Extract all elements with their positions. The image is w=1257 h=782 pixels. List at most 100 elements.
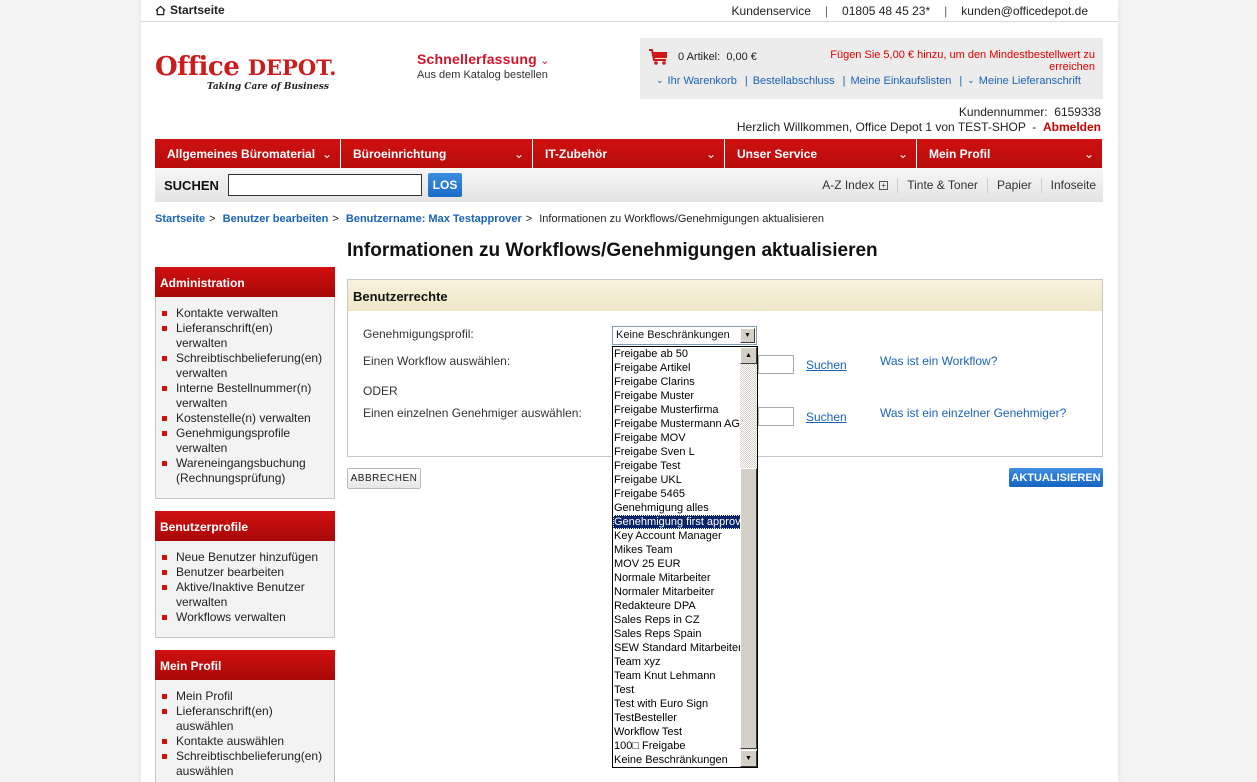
sidebar-item[interactable]: Genehmigungsprofile verwalten: [162, 426, 302, 456]
workflow-label: Einen Workflow auswählen:: [363, 354, 511, 368]
scrollbar-thumb[interactable]: [740, 468, 757, 749]
home-link[interactable]: Startseite: [155, 3, 225, 17]
dropdown-option[interactable]: Freigabe Test: [613, 459, 741, 473]
sidebar-item[interactable]: Kostenstelle(n) verwalten: [162, 411, 330, 426]
dropdown-option[interactable]: SEW Standard Mitarbeiter: [613, 641, 741, 655]
sidebar-item[interactable]: Schreibtischbelieferung(en) verwalten: [162, 351, 330, 381]
dropdown-option[interactable]: Freigabe ab 50: [613, 347, 741, 361]
nav-item-my-profile[interactable]: Mein Profil ⌄: [917, 139, 1103, 168]
dropdown-option[interactable]: Freigabe MOV: [613, 431, 741, 445]
update-button[interactable]: AKTUALISIEREN: [1009, 468, 1103, 487]
approver-help-link[interactable]: Was ist ein einzelner Genehmiger?: [880, 406, 1066, 420]
dropdown-option[interactable]: Freigabe UKL: [613, 473, 741, 487]
quick-entry[interactable]: Schnellerfassung ⌄ Aus dem Katalog beste…: [417, 51, 549, 81]
dropdown-option[interactable]: TestBesteller: [613, 711, 741, 725]
nav-item-office-supplies[interactable]: Allgemeines Büromaterial ⌄: [155, 139, 341, 168]
search-button[interactable]: LOS: [428, 173, 462, 197]
dropdown-option[interactable]: Freigabe Musterfirma: [613, 403, 741, 417]
nav-item-service[interactable]: Unser Service ⌄: [725, 139, 917, 168]
workflow-search-link[interactable]: Suchen: [806, 358, 847, 372]
dropdown-option[interactable]: Genehmigung alles: [613, 501, 741, 515]
dropdown-option[interactable]: Freigabe 5465: [613, 487, 741, 501]
customer-service-link[interactable]: Kundenservice: [732, 4, 811, 18]
sidebar-item[interactable]: Neue Benutzer hinzufügen: [162, 550, 330, 565]
scroll-down-arrow-icon[interactable]: ▼: [740, 750, 757, 767]
dropdown-option[interactable]: Freigabe Muster: [613, 389, 741, 403]
checkout-link[interactable]: Bestellabschluss: [753, 75, 835, 87]
sidebar-item[interactable]: Workflows verwalten: [162, 610, 330, 625]
dropdown-option[interactable]: Freigabe Artikel: [613, 361, 741, 375]
az-index-link[interactable]: A-Z Index +: [822, 178, 889, 193]
dropdown-option[interactable]: Normaler Mitarbeiter: [613, 585, 741, 599]
approver-search-link[interactable]: Suchen: [806, 410, 847, 424]
sidebar-item[interactable]: Kontakte verwalten: [162, 306, 330, 321]
breadcrumb-username[interactable]: Benutzername: Max Testapprover: [346, 213, 522, 225]
approver-input[interactable]: [758, 407, 794, 426]
search-bar: SUCHEN LOS A-Z Index + Tinte & Toner Papi…: [155, 168, 1103, 202]
dropdown-option[interactable]: MOV 25 EUR: [613, 557, 741, 571]
nav-item-furniture[interactable]: Büroeinrichtung ⌄: [341, 139, 533, 168]
logout-link[interactable]: Abmelden: [1043, 120, 1101, 134]
sidebar-item[interactable]: Aktive/Inaktive Benutzer verwalten: [162, 580, 312, 610]
shopping-lists-link[interactable]: Meine Einkaufslisten: [851, 75, 952, 87]
dropdown-arrow-icon[interactable]: ▼: [740, 328, 755, 343]
dropdown-option[interactable]: 100□ Freigabe: [613, 739, 741, 753]
dropdown-option[interactable]: Test with Euro Sign: [613, 697, 741, 711]
quick-entry-title[interactable]: Schnellerfassung: [417, 51, 537, 67]
sidebar-item[interactable]: Kontakte auswählen: [162, 734, 330, 749]
dropdown-option[interactable]: Freigabe Clarins: [613, 375, 741, 389]
dropdown-option[interactable]: Test: [613, 683, 741, 697]
dropdown-option[interactable]: Sales Reps Spain: [613, 627, 741, 641]
approval-profile-options[interactable]: Freigabe ab 50 Freigabe Artikel Freigabe C…: [612, 346, 758, 768]
scrollbar[interactable]: ▲ ▼: [740, 347, 757, 767]
scroll-up-arrow-icon[interactable]: ▲: [740, 347, 757, 364]
search-input[interactable]: [228, 174, 422, 196]
separator: |: [944, 4, 948, 18]
main-nav: Allgemeines Büromaterial ⌄ Büroeinrichtun…: [155, 139, 1103, 168]
customer-number: 6159338: [1054, 105, 1101, 119]
breadcrumb-home[interactable]: Startseite: [155, 213, 205, 225]
dropdown-option[interactable]: Mikes Team: [613, 543, 741, 557]
paper-link[interactable]: Papier: [997, 178, 1032, 193]
separator: [1040, 178, 1042, 193]
dropdown-option[interactable]: Sales Reps in CZ: [613, 613, 741, 627]
sidebar-item[interactable]: Interne Bestellnummer(n) verwalten: [162, 381, 322, 411]
cart-box: 0 Artikel: 0,00 € Fügen Sie 5,00 € hinzu…: [640, 38, 1103, 99]
workflow-help-link[interactable]: Was ist ein Workflow?: [880, 354, 997, 368]
ink-toner-link[interactable]: Tinte & Toner: [907, 178, 978, 193]
workflow-input[interactable]: [758, 355, 794, 374]
dropdown-option[interactable]: Team xyz: [613, 655, 741, 669]
sidebar-item[interactable]: Lieferanschrift(en) auswählen: [162, 704, 287, 734]
breadcrumb-edit-users[interactable]: Benutzer bearbeiten: [223, 213, 329, 225]
email-link[interactable]: kunden@officedepot.de: [961, 4, 1088, 18]
approval-profile-select[interactable]: Keine Beschränkungen ▼: [612, 326, 757, 345]
dropdown-option[interactable]: Workflow Test: [613, 725, 741, 739]
quick-entry-subtitle: Aus dem Katalog bestellen: [417, 69, 548, 81]
breadcrumb-current: Informationen zu Workflows/Genehmigungen…: [539, 213, 824, 225]
sidebar-administration: Administration Kontakte verwalten Liefer…: [155, 267, 335, 499]
nav-item-it-accessories[interactable]: IT-Zubehör ⌄: [533, 139, 725, 168]
shopping-cart-icon[interactable]: [648, 48, 670, 66]
separator: |: [959, 75, 963, 87]
dropdown-option[interactable]: Genehmigung first approval: [613, 515, 741, 529]
sidebar-heading: Administration: [155, 267, 335, 297]
dropdown-option[interactable]: Freigabe Sven L: [613, 445, 741, 459]
cancel-button[interactable]: ABBRECHEN: [347, 468, 421, 489]
info-page-link[interactable]: Infoseite: [1051, 178, 1096, 193]
sidebar-item[interactable]: Lieferanschrift(en) verwalten: [162, 321, 287, 351]
dropdown-option[interactable]: Key Account Manager: [613, 529, 741, 543]
top-links: Kundenservice | 01805 48 45 23* | kunden…: [732, 4, 1088, 18]
sidebar-item[interactable]: Benutzer bearbeiten: [162, 565, 330, 580]
dropdown-option[interactable]: Freigabe Mustermann AG: [613, 417, 741, 431]
sidebar-item[interactable]: Mein Profil: [162, 689, 330, 704]
expand-plus-icon[interactable]: +: [879, 181, 889, 191]
dropdown-option[interactable]: Keine Beschränkungen: [613, 753, 741, 767]
dropdown-option[interactable]: Redakteure DPA: [613, 599, 741, 613]
dropdown-option[interactable]: Team Knut Lehmann: [613, 669, 741, 683]
sidebar-item[interactable]: Schreibtischbelieferung(en) auswählen: [162, 749, 330, 779]
office-depot-logo[interactable]: Office DEPOT. Taking Care of Business: [155, 52, 336, 92]
dropdown-option[interactable]: Normale Mitarbeiter: [613, 571, 741, 585]
sidebar-item[interactable]: Wareneingangsbuchung (Rechnungsprüfung): [162, 456, 322, 486]
cart-link[interactable]: Ihr Warenkorb: [668, 75, 737, 87]
delivery-address-link[interactable]: Meine Lieferanschrift: [979, 75, 1081, 87]
